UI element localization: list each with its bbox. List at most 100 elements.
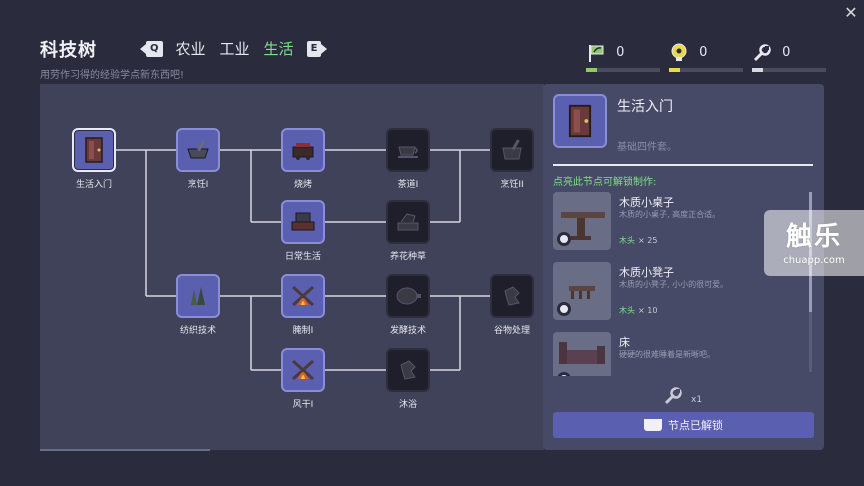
node-box[interactable] <box>281 274 325 318</box>
node-label: 养花种草 <box>389 252 426 262</box>
tab-agriculture[interactable]: 农业 <box>173 38 209 59</box>
watermark-logo: 触乐 <box>785 222 842 252</box>
resource-life: 0 <box>752 42 826 72</box>
node-label: 沐浴 <box>398 400 417 410</box>
tech-node-tea-1[interactable]: 茶道I <box>368 128 448 190</box>
resource-life-value: 0 <box>782 45 791 60</box>
next-tab-key[interactable]: E <box>306 40 328 57</box>
node-label: 谷物处理 <box>493 326 530 336</box>
detail-title: 生活入门 <box>617 99 673 115</box>
tech-node-barbecue[interactable]: 烧烤 <box>263 128 343 190</box>
gear-icon <box>557 232 571 246</box>
recipe-qty: × 10 <box>638 306 658 315</box>
resource-life-bar <box>752 68 826 72</box>
recipe-desc: 硬硬的很难睡着是新晰吧。 <box>619 350 715 359</box>
node-label: 烧烤 <box>293 180 312 190</box>
node-box[interactable] <box>386 348 430 392</box>
tech-node-gardening[interactable]: 养花种草 <box>368 200 448 262</box>
detail-description: 基础四件套。 <box>617 142 677 153</box>
tech-node-drying-1[interactable]: 风干I <box>263 348 343 410</box>
watermark: 触乐 chuapp.com <box>764 210 864 276</box>
mortar-icon <box>187 140 209 159</box>
tech-node-weaving[interactable]: 纺织技术 <box>158 274 238 336</box>
recipe-cost: 木头 × 25 <box>619 235 657 246</box>
node-box[interactable] <box>386 128 430 172</box>
recipe-name: 木质小凳子 <box>619 266 674 279</box>
dry-fire-icon <box>291 359 315 381</box>
node-label: 生活入门 <box>75 180 112 190</box>
node-label: 烹饪II <box>500 180 524 190</box>
node-box[interactable] <box>490 274 534 318</box>
tech-node-bathing[interactable]: 沐浴 <box>368 348 448 410</box>
tech-node-grain[interactable]: 谷物处理 <box>472 274 552 336</box>
node-box[interactable] <box>281 348 325 392</box>
tech-node-pickling-1[interactable]: 腌制I <box>263 274 343 336</box>
node-label: 烹饪I <box>187 180 209 190</box>
door-icon <box>85 137 103 163</box>
node-label: 茶道I <box>397 180 419 190</box>
node-label: 日常生活 <box>284 252 321 262</box>
resource-agriculture-value: 0 <box>616 45 625 60</box>
recipe-qty: × 25 <box>638 236 658 245</box>
pot-icon <box>502 139 522 160</box>
node-box[interactable] <box>386 200 430 244</box>
tech-node-cooking-1[interactable]: 烹饪I <box>158 128 238 190</box>
bottom-scroll-indicator <box>40 449 210 451</box>
recipe-material: 木头 <box>619 306 635 315</box>
recipe-desc: 木质的小凳子, 小小的很可爱。 <box>619 280 729 289</box>
node-box[interactable] <box>386 274 430 318</box>
tea-icon <box>398 146 418 158</box>
resource-industry-value: 0 <box>699 45 708 60</box>
wrench-icon <box>664 387 682 405</box>
tech-node-life-basics[interactable]: 生活入门 <box>54 128 134 190</box>
node-box[interactable] <box>490 128 534 172</box>
watermark-url: chuapp.com <box>783 255 845 266</box>
gear-bulb-icon <box>671 43 687 61</box>
resource-agriculture: 0 <box>586 42 660 72</box>
close-icon[interactable]: ✕ <box>842 4 860 22</box>
page-title: 科技树 <box>40 40 97 61</box>
node-box[interactable] <box>176 128 220 172</box>
loom-icon <box>191 287 205 305</box>
node-box[interactable] <box>176 274 220 318</box>
recipe-item-bed[interactable]: 床 硬硬的很难睡着是新晰吧。 <box>553 332 813 376</box>
detail-node-icon <box>553 94 607 148</box>
tab-industry[interactable]: 工业 <box>217 38 253 59</box>
resource-life-fill <box>752 68 764 72</box>
tech-tree-panel: 生活入门 烹饪I 烧烤 茶道I 烹饪II 日常生活 养花种草 纺织技术 腌制I … <box>40 84 544 450</box>
grill-icon <box>292 143 314 160</box>
node-label: 风干I <box>292 400 314 410</box>
recipe-thumb <box>553 332 611 376</box>
node-label: 发酵技术 <box>389 326 426 336</box>
resource-industry: 0 <box>669 42 743 72</box>
page-subtitle: 用劳作习得的经验学点新东西吧! <box>40 70 185 81</box>
barrel-icon <box>396 287 421 305</box>
bed-icon <box>559 342 605 364</box>
node-box[interactable] <box>281 200 325 244</box>
grain-icon <box>504 286 520 306</box>
fire-icon <box>291 285 315 307</box>
node-box[interactable] <box>72 128 116 172</box>
tech-node-cooking-2[interactable]: 烹饪II <box>472 128 552 190</box>
unlock-cost: x1 <box>663 386 702 406</box>
node-label: 纺织技术 <box>179 326 216 336</box>
bath-icon <box>400 360 416 380</box>
door-icon <box>568 104 592 138</box>
recipe-name: 床 <box>619 336 630 349</box>
prev-tab-key[interactable]: Q <box>140 40 163 57</box>
resource-industry-fill <box>669 68 681 72</box>
resource-industry-bar <box>669 68 743 72</box>
recipe-material: 木头 <box>619 236 635 245</box>
resource-agriculture-bar <box>586 68 660 72</box>
tech-node-daily-life[interactable]: 日常生活 <box>263 200 343 262</box>
node-unlocked-button[interactable]: 节点已解锁 <box>553 412 814 438</box>
recipe-name: 木质小桌子 <box>619 196 674 209</box>
unlock-button-label: 节点已解锁 <box>668 419 723 432</box>
node-box[interactable] <box>281 128 325 172</box>
wrench-icon <box>753 43 771 61</box>
space-key-icon <box>644 419 662 431</box>
tab-life[interactable]: 生活 <box>261 38 297 59</box>
divider <box>553 164 813 166</box>
recipe-cost: 木头 × 10 <box>619 305 657 316</box>
tech-node-fermentation[interactable]: 发酵技术 <box>368 274 448 336</box>
